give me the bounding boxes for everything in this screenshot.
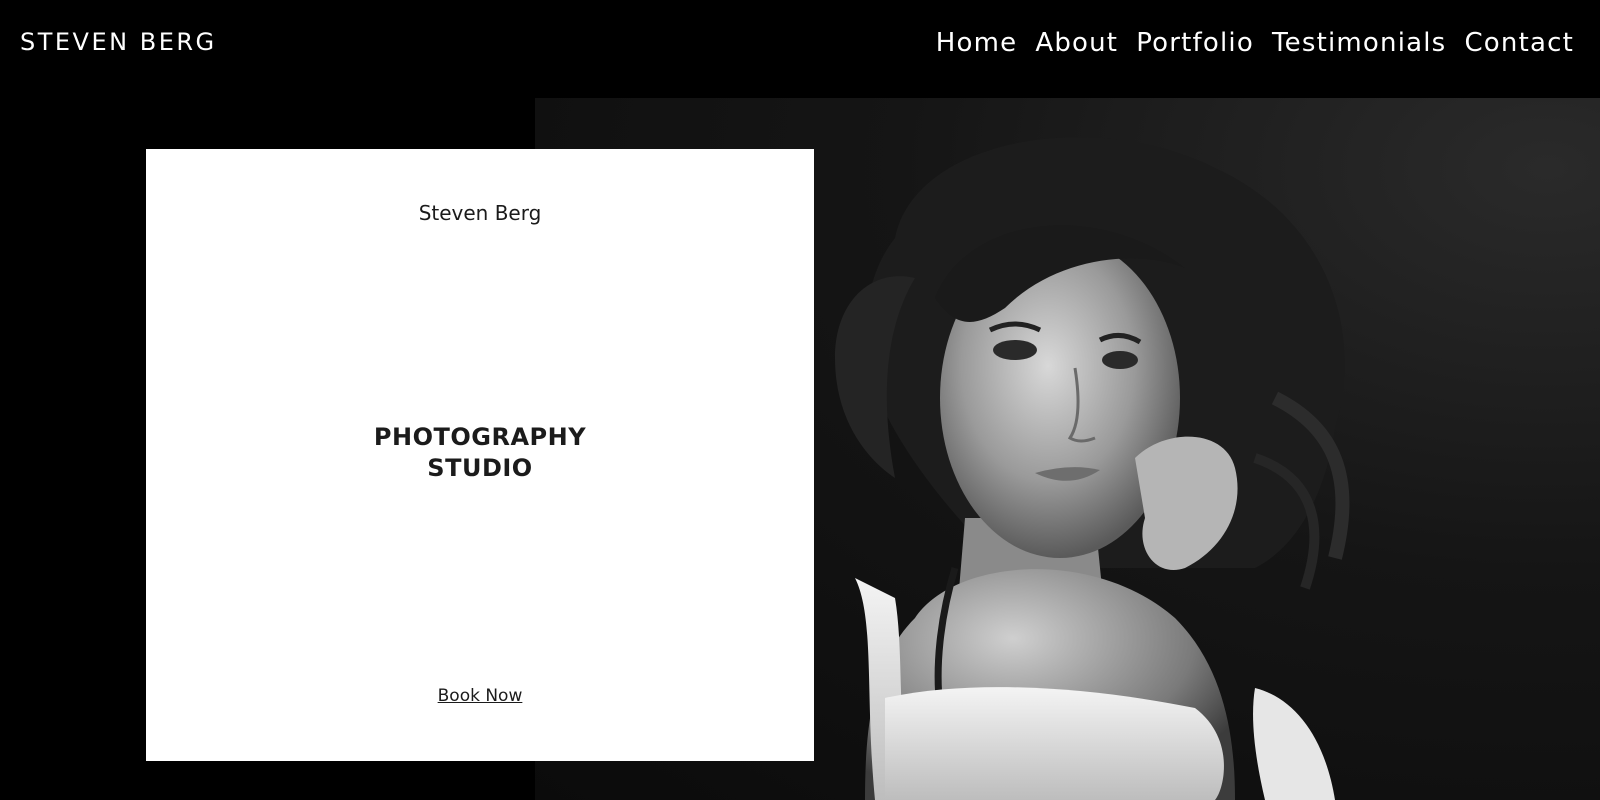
nav-link-home[interactable]: Home bbox=[936, 28, 1018, 58]
book-now-link[interactable]: Book Now bbox=[438, 686, 523, 706]
brand-logo[interactable]: STEVEN BERG bbox=[20, 28, 217, 57]
nav-item-about: About bbox=[1035, 28, 1118, 59]
nav-link-testimonials[interactable]: Testimonials bbox=[1272, 28, 1446, 58]
nav-item-portfolio: Portfolio bbox=[1136, 28, 1254, 59]
nav-item-home: Home bbox=[936, 28, 1018, 59]
card-heading-line-2: STUDIO bbox=[427, 454, 533, 482]
site-header: STEVEN BERG Home About Portfolio Testimo… bbox=[0, 0, 1600, 98]
nav-item-contact: Contact bbox=[1464, 28, 1574, 59]
card-heading-line-1: PHOTOGRAPHY bbox=[373, 423, 587, 451]
nav-link-portfolio[interactable]: Portfolio bbox=[1136, 28, 1254, 58]
nav-list: Home About Portfolio Testimonials Contac… bbox=[936, 28, 1574, 59]
card-photographer-name: Steven Berg bbox=[418, 201, 542, 225]
intro-card: Steven Berg PHOTOGRAPHY STUDIO Book Now bbox=[146, 149, 814, 761]
card-heading: PHOTOGRAPHY STUDIO bbox=[146, 422, 814, 484]
book-now-wrapper: Book Now bbox=[146, 686, 814, 706]
nav-link-about[interactable]: About bbox=[1035, 28, 1118, 58]
nav-item-testimonials: Testimonials bbox=[1272, 28, 1446, 59]
nav-link-contact[interactable]: Contact bbox=[1464, 28, 1574, 58]
